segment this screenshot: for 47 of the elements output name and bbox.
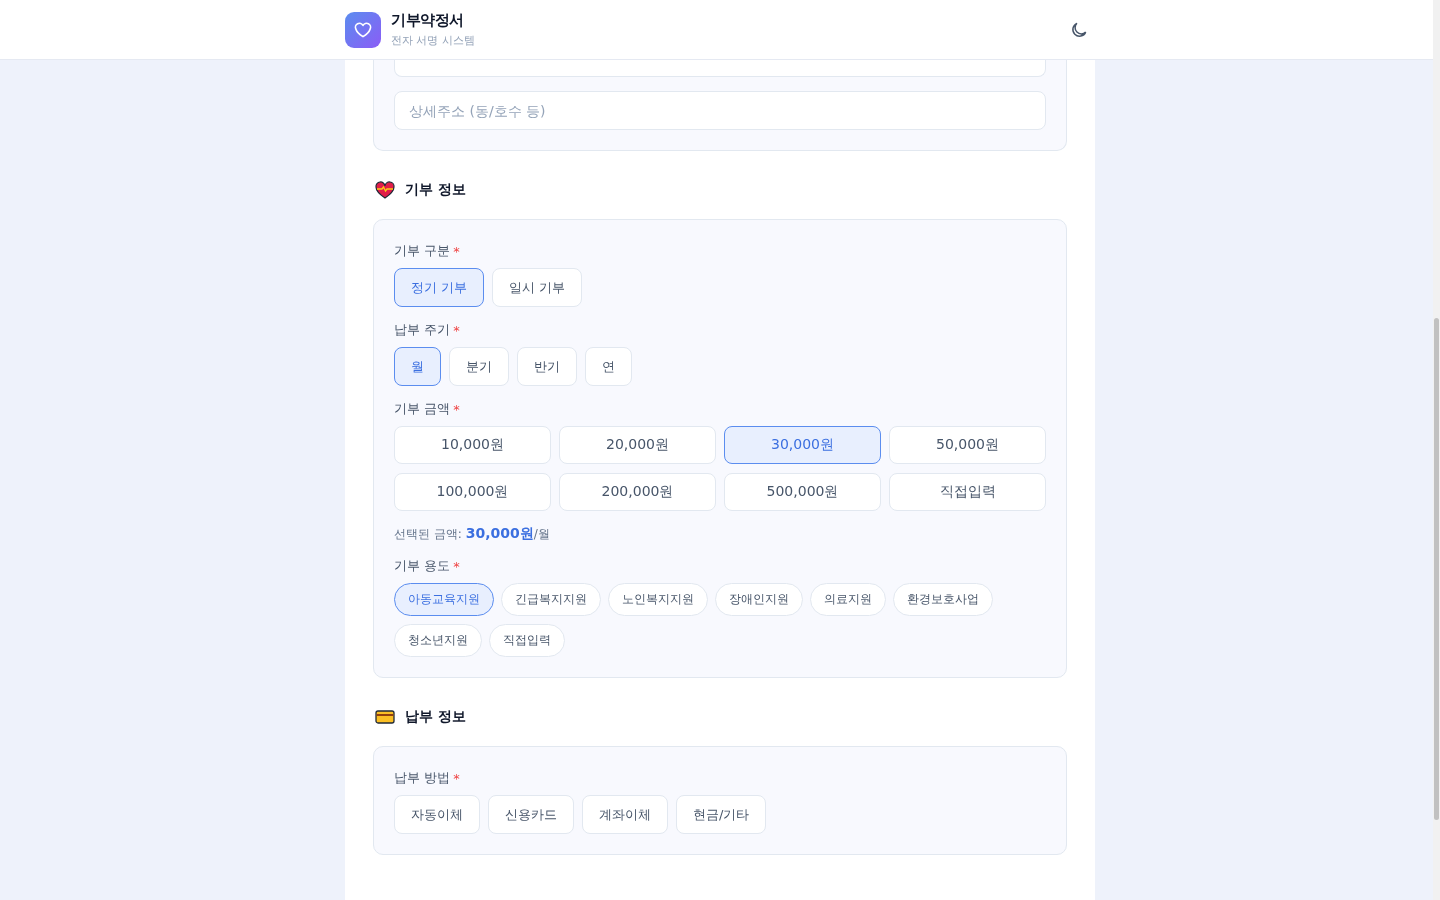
required-mark: * <box>453 770 460 786</box>
option-button[interactable]: 10,000원 <box>394 426 551 464</box>
option-chip[interactable]: 노인복지지원 <box>608 583 708 616</box>
heart-logo-icon <box>345 11 381 48</box>
option-button[interactable]: 계좌이체 <box>582 795 668 834</box>
option-chip[interactable]: 아동교육지원 <box>394 583 494 616</box>
option-button[interactable]: 자동이체 <box>394 795 480 834</box>
heart-icon <box>375 181 395 199</box>
option-chip[interactable]: 장애인지원 <box>715 583 803 616</box>
option-button[interactable]: 100,000원 <box>394 473 551 511</box>
option-button[interactable]: 50,000원 <box>889 426 1046 464</box>
option-chip[interactable]: 의료지원 <box>810 583 886 616</box>
app-subtitle: 전자 서명 시스템 <box>391 33 476 48</box>
required-mark: * <box>453 243 460 259</box>
option-button[interactable]: 500,000원 <box>724 473 881 511</box>
option-chip[interactable]: 환경보호사업 <box>893 583 993 616</box>
address-field[interactable] <box>394 60 1046 77</box>
option-chip[interactable]: 청소년지원 <box>394 624 482 657</box>
section-title: 납부 정보 <box>405 708 466 726</box>
field-label: 기부 금액 <box>394 400 451 418</box>
option-button[interactable]: 월 <box>394 347 441 386</box>
option-button[interactable]: 정기 기부 <box>394 268 485 307</box>
field-label: 기부 용도 <box>394 557 451 575</box>
option-button[interactable]: 30,000원 <box>724 426 881 464</box>
field-label: 기부 구분 <box>394 242 451 260</box>
option-button[interactable]: 200,000원 <box>559 473 716 511</box>
section-title: 기부 정보 <box>405 181 466 199</box>
option-button[interactable]: 현금/기타 <box>676 795 767 834</box>
option-chip[interactable]: 긴급복지지원 <box>501 583 601 616</box>
required-mark: * <box>453 401 460 417</box>
scrollbar[interactable] <box>1433 0 1440 900</box>
option-chip[interactable]: 직접입력 <box>489 624 565 657</box>
option-button[interactable]: 일시 기부 <box>492 268 583 307</box>
required-mark: * <box>453 322 460 338</box>
required-mark: * <box>453 558 460 574</box>
option-button[interactable]: 연 <box>585 347 632 386</box>
app-title: 기부약정서 <box>391 11 465 30</box>
option-button[interactable]: 20,000원 <box>559 426 716 464</box>
field-label: 납부 방법 <box>394 769 451 787</box>
option-button[interactable]: 반기 <box>517 347 577 386</box>
option-button[interactable]: 직접입력 <box>889 473 1046 511</box>
selected-amount-text: 선택된 금액: 30,000원/월 <box>394 525 551 543</box>
detail-address-field[interactable]: 상세주소 (동/호수 등) <box>394 91 1046 130</box>
option-button[interactable]: 신용카드 <box>488 795 574 834</box>
field-label: 납부 주기 <box>394 321 451 339</box>
credit-card-icon <box>375 708 395 726</box>
option-button[interactable]: 분기 <box>449 347 509 386</box>
